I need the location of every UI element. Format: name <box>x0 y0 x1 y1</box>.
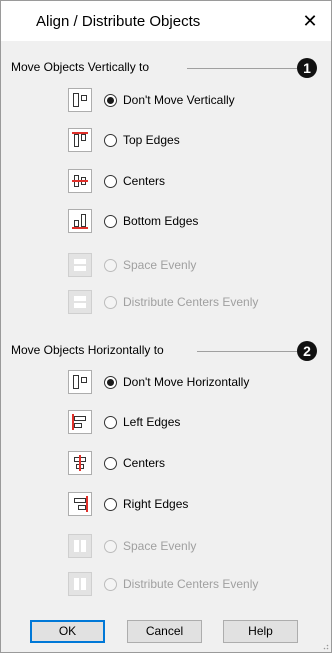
horizontal-option-dont-move[interactable]: Don't Move Horizontally <box>68 369 249 395</box>
label-space-evenly-vertical: Space Evenly <box>123 258 197 272</box>
radio-left-edges[interactable] <box>104 415 117 429</box>
horizontal-section-divider <box>197 351 297 352</box>
horizontal-option-space-evenly[interactable]: Space Evenly <box>68 533 196 559</box>
vertical-option-bottom-edges[interactable]: Bottom Edges <box>68 208 198 234</box>
callout-2-badge: 2 <box>297 341 317 361</box>
radio-horizontal-centers[interactable] <box>104 456 117 470</box>
label-top-edges: Top Edges <box>123 133 180 147</box>
radio-space-evenly-horizontal[interactable] <box>104 539 117 553</box>
label-space-evenly-horizontal: Space Evenly <box>123 539 197 553</box>
label-dont-move-vertically: Don't Move Vertically <box>123 93 235 107</box>
radio-dont-move-vertically[interactable] <box>104 93 117 107</box>
radio-space-evenly-vertical[interactable] <box>104 258 117 272</box>
align-distribute-dialog: Align / Distribute Objects ✕ Move Object… <box>0 0 332 653</box>
right-edges-icon[interactable] <box>68 492 92 516</box>
close-icon[interactable]: ✕ <box>297 8 323 34</box>
horizontal-option-centers[interactable]: Centers <box>68 450 165 476</box>
label-vertical-centers: Centers <box>123 174 166 188</box>
label-dont-move-horizontally: Don't Move Horizontally <box>123 375 250 389</box>
radio-distribute-centers-horizontal[interactable] <box>104 577 117 591</box>
horizontal-option-left-edges[interactable]: Left Edges <box>68 409 180 435</box>
help-button[interactable]: Help <box>223 620 298 643</box>
radio-dont-move-horizontally[interactable] <box>104 375 117 389</box>
vertical-option-space-evenly[interactable]: Space Evenly <box>68 252 196 278</box>
vertical-centers-icon[interactable] <box>68 169 92 193</box>
label-left-edges: Left Edges <box>123 415 181 429</box>
label-bottom-edges: Bottom Edges <box>123 214 199 228</box>
radio-distribute-centers-vertical[interactable] <box>104 295 117 309</box>
resize-grip-icon[interactable] <box>321 642 329 650</box>
distribute-centers-vertical-icon[interactable] <box>68 290 92 314</box>
cancel-button[interactable]: Cancel <box>127 620 202 643</box>
top-edges-icon[interactable] <box>68 128 92 152</box>
radio-top-edges[interactable] <box>104 133 117 147</box>
label-right-edges: Right Edges <box>123 497 189 511</box>
space-evenly-horizontal-icon[interactable] <box>68 534 92 558</box>
vertical-section-header: Move Objects Vertically to <box>11 60 150 74</box>
horizontal-option-right-edges[interactable]: Right Edges <box>68 491 188 517</box>
dont-move-vertically-icon[interactable] <box>68 88 92 112</box>
horizontal-section-header: Move Objects Horizontally to <box>11 343 164 357</box>
radio-vertical-centers[interactable] <box>104 174 117 188</box>
horizontal-centers-icon[interactable] <box>68 451 92 475</box>
dont-move-horizontally-icon[interactable] <box>68 370 92 394</box>
vertical-option-centers[interactable]: Centers <box>68 168 165 194</box>
dialog-title: Align / Distribute Objects <box>36 13 201 30</box>
vertical-option-top-edges[interactable]: Top Edges <box>68 127 180 153</box>
label-distribute-centers-horizontal: Distribute Centers Evenly <box>123 577 259 591</box>
radio-bottom-edges[interactable] <box>104 214 117 228</box>
bottom-edges-icon[interactable] <box>68 209 92 233</box>
radio-right-edges[interactable] <box>104 497 117 511</box>
label-distribute-centers-vertical: Distribute Centers Evenly <box>123 295 259 309</box>
left-edges-icon[interactable] <box>68 410 92 434</box>
vertical-option-distribute-centers[interactable]: Distribute Centers Evenly <box>68 289 258 315</box>
vertical-option-dont-move[interactable]: Don't Move Vertically <box>68 87 235 113</box>
ok-button[interactable]: OK <box>30 620 105 643</box>
callout-1-badge: 1 <box>297 58 317 78</box>
horizontal-option-distribute-centers[interactable]: Distribute Centers Evenly <box>68 571 258 597</box>
title-bar: Align / Distribute Objects ✕ <box>1 1 331 41</box>
space-evenly-vertical-icon[interactable] <box>68 253 92 277</box>
vertical-section-divider <box>187 68 297 69</box>
label-horizontal-centers: Centers <box>123 456 166 470</box>
distribute-centers-horizontal-icon[interactable] <box>68 572 92 596</box>
